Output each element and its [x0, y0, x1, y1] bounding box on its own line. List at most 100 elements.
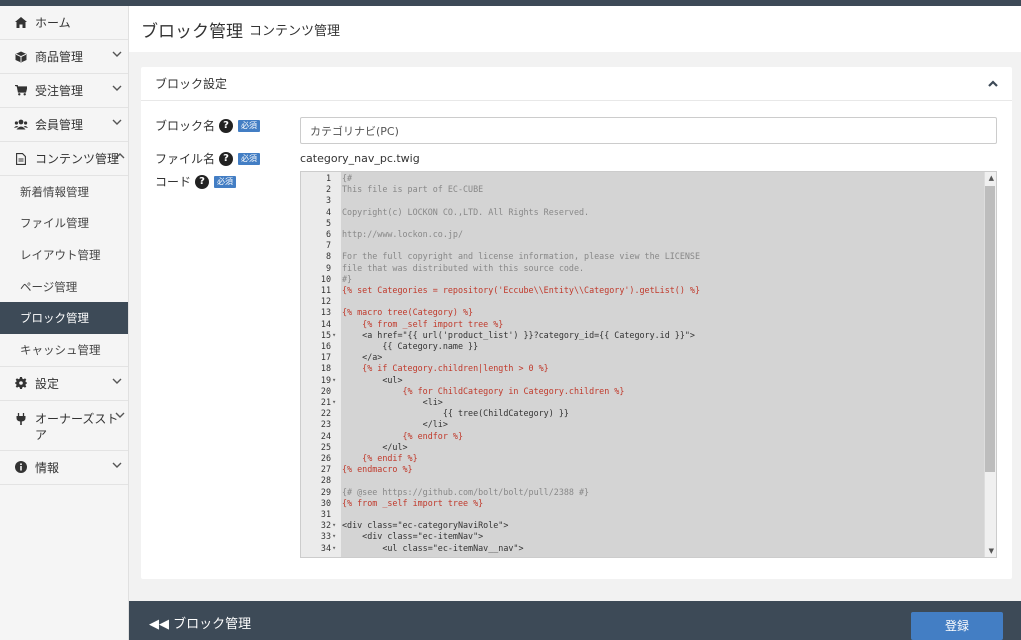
code-label: コード	[155, 175, 192, 189]
info-icon	[14, 461, 28, 474]
code-line: 25 </ul>	[301, 442, 981, 453]
code-text: {# @see https://github.com/bolt/bolt/pul…	[342, 486, 590, 497]
code-text: {% endif %}	[342, 453, 418, 463]
block-name-input[interactable]	[300, 117, 997, 144]
code-text: file that was distributed with this sour…	[342, 262, 585, 273]
line-number: 25	[320, 441, 331, 452]
line-number: 22	[320, 408, 331, 419]
sidebar-item-info[interactable]: 情報	[0, 451, 128, 485]
code-line: 4 Copyright(c) LOCKON CO.,LTD. All Rights…	[301, 207, 981, 218]
line-number: 8	[325, 251, 331, 262]
code-line: 15 ▾ <a href="{{ url('product_list') }}?c…	[301, 330, 981, 341]
collapse-chevron-up-icon[interactable]	[986, 77, 1000, 91]
required-badge: 必須	[214, 175, 237, 188]
scroll-down-arrow-icon[interactable]: ▼	[989, 547, 994, 555]
scrollbar-thumb[interactable]	[985, 186, 995, 472]
scrollbar[interactable]: ▲ ▼	[984, 172, 996, 557]
code-label-row: コード ? 必須	[155, 173, 237, 190]
page-header: ブロック管理 コンテンツ管理	[129, 6, 1021, 52]
sidebar-item-owners-store[interactable]: オーナーズストア	[0, 401, 128, 451]
chevron-down-icon	[112, 49, 122, 62]
code-editor[interactable]: ▲ ▼ 1 {# 2 This file is part of EC-CUBE 3 4 Co…	[300, 171, 997, 558]
double-chevron-left-icon: ◀◀	[149, 617, 169, 632]
fold-toggle-icon[interactable]: ▾	[332, 330, 336, 341]
code-text: Copyright(c) LOCKON CO.,LTD. All Rights …	[342, 206, 590, 217]
line-number: 15	[320, 329, 331, 340]
scroll-up-arrow-icon[interactable]: ▲	[989, 174, 994, 182]
back-link[interactable]: ◀◀ ブロック管理	[149, 613, 251, 632]
code-line: 24 {% endfor %}	[301, 431, 981, 442]
code-text: {{ tree(ChildCategory) }}	[342, 408, 569, 419]
code-text: <div class="ec-itemNav">	[342, 531, 484, 542]
code-line: 2 This file is part of EC-CUBE	[301, 184, 981, 195]
line-number: 2	[325, 184, 331, 195]
line-number: 11	[320, 285, 331, 295]
code-text: <a href="{{ url('product_list') }}?categ…	[342, 329, 695, 340]
code-line: 5	[301, 218, 981, 229]
sidebar-subitem-news[interactable]: 新着情報管理	[0, 176, 128, 208]
code-line: 11 {% set Categories = repository('Eccube…	[301, 285, 981, 296]
save-button[interactable]: 登録	[911, 612, 1003, 640]
sidebar-item-label: 会員管理	[35, 118, 84, 132]
footer-bar: ◀◀ ブロック管理 登録	[129, 601, 1021, 640]
fold-toggle-icon[interactable]: ▾	[332, 375, 336, 386]
code-line: 13 {% macro tree(Category) %}	[301, 307, 981, 318]
line-number: 3	[325, 195, 331, 206]
code-line: 29 {# @see https://github.com/bolt/bolt/p…	[301, 487, 981, 498]
code-text: For the full copyright and license infor…	[342, 251, 700, 262]
sidebar-subitem-blocks[interactable]: ブロック管理	[0, 302, 128, 334]
fold-toggle-icon[interactable]: ▾	[332, 397, 336, 408]
line-number: 17	[320, 352, 331, 363]
line-number: 29	[320, 486, 331, 497]
page-subtitle: コンテンツ管理	[249, 23, 341, 39]
code-line: 18 {% if Category.children|length > 0 %}	[301, 363, 981, 374]
help-icon[interactable]: ?	[219, 118, 234, 133]
fold-toggle-icon[interactable]: ▾	[332, 520, 336, 531]
code-line: 7	[301, 240, 981, 251]
card-header: ブロック設定	[141, 67, 1012, 101]
code-text: <div class="ec-categoryNaviRole">	[342, 520, 509, 531]
line-number: 9	[325, 262, 331, 273]
fold-toggle-icon[interactable]: ▾	[332, 531, 336, 542]
code-text: <li>	[342, 397, 443, 407]
block-name-label: ブロック名	[155, 119, 216, 133]
line-number: 5	[325, 217, 331, 228]
sidebar-subitem-layouts[interactable]: レイアウト管理	[0, 239, 128, 271]
line-number: 31	[320, 509, 331, 519]
line-number: 12	[320, 296, 331, 307]
back-link-label: ブロック管理	[173, 617, 252, 632]
sidebar-item-customers[interactable]: 会員管理	[0, 108, 128, 142]
card-title: ブロック設定	[155, 77, 228, 91]
code-line: 10 #}	[301, 274, 981, 285]
code-text: #}	[342, 273, 353, 284]
sidebar-item-home[interactable]: ホーム	[0, 6, 128, 40]
sidebar-subitem-cache[interactable]: キャッシュ管理	[0, 334, 128, 366]
code-line: 30 {% from _self import tree %}	[301, 498, 981, 509]
cart-icon	[14, 85, 28, 96]
code-line: 16 {{ Category.name }}	[301, 341, 981, 352]
code-text: This file is part of EC-CUBE	[342, 184, 484, 195]
code-line: 3	[301, 195, 981, 206]
code-line: 27 {% endmacro %}	[301, 464, 981, 475]
code-line: 1 {#	[301, 173, 981, 184]
file-name-label-row: ファイル名 ? 必須	[155, 150, 261, 167]
sidebar-item-label: ホーム	[35, 16, 71, 30]
sidebar-subitem-files[interactable]: ファイル管理	[0, 208, 128, 240]
help-icon[interactable]: ?	[219, 151, 234, 166]
sidebar-item-orders[interactable]: 受注管理	[0, 74, 128, 108]
sidebar-item-products[interactable]: 商品管理	[0, 40, 128, 74]
code-line: 12	[301, 296, 981, 307]
code-line: 6 http://www.lockon.co.jp/	[301, 229, 981, 240]
code-line: 17 </a>	[301, 352, 981, 363]
fold-toggle-icon[interactable]: ▾	[332, 543, 336, 554]
help-icon[interactable]: ?	[195, 174, 210, 189]
code-text: {% from _self import tree %}	[342, 318, 504, 329]
line-number: 27	[320, 464, 331, 475]
line-number: 33	[320, 531, 331, 542]
sidebar-subitem-pages[interactable]: ページ管理	[0, 271, 128, 303]
sidebar-item-label: 商品管理	[35, 50, 84, 64]
sidebar-item-settings[interactable]: 設定	[0, 367, 128, 401]
sidebar-item-content[interactable]: コンテンツ管理	[0, 142, 128, 176]
line-number: 6	[325, 229, 331, 239]
chevron-down-icon	[112, 83, 122, 96]
